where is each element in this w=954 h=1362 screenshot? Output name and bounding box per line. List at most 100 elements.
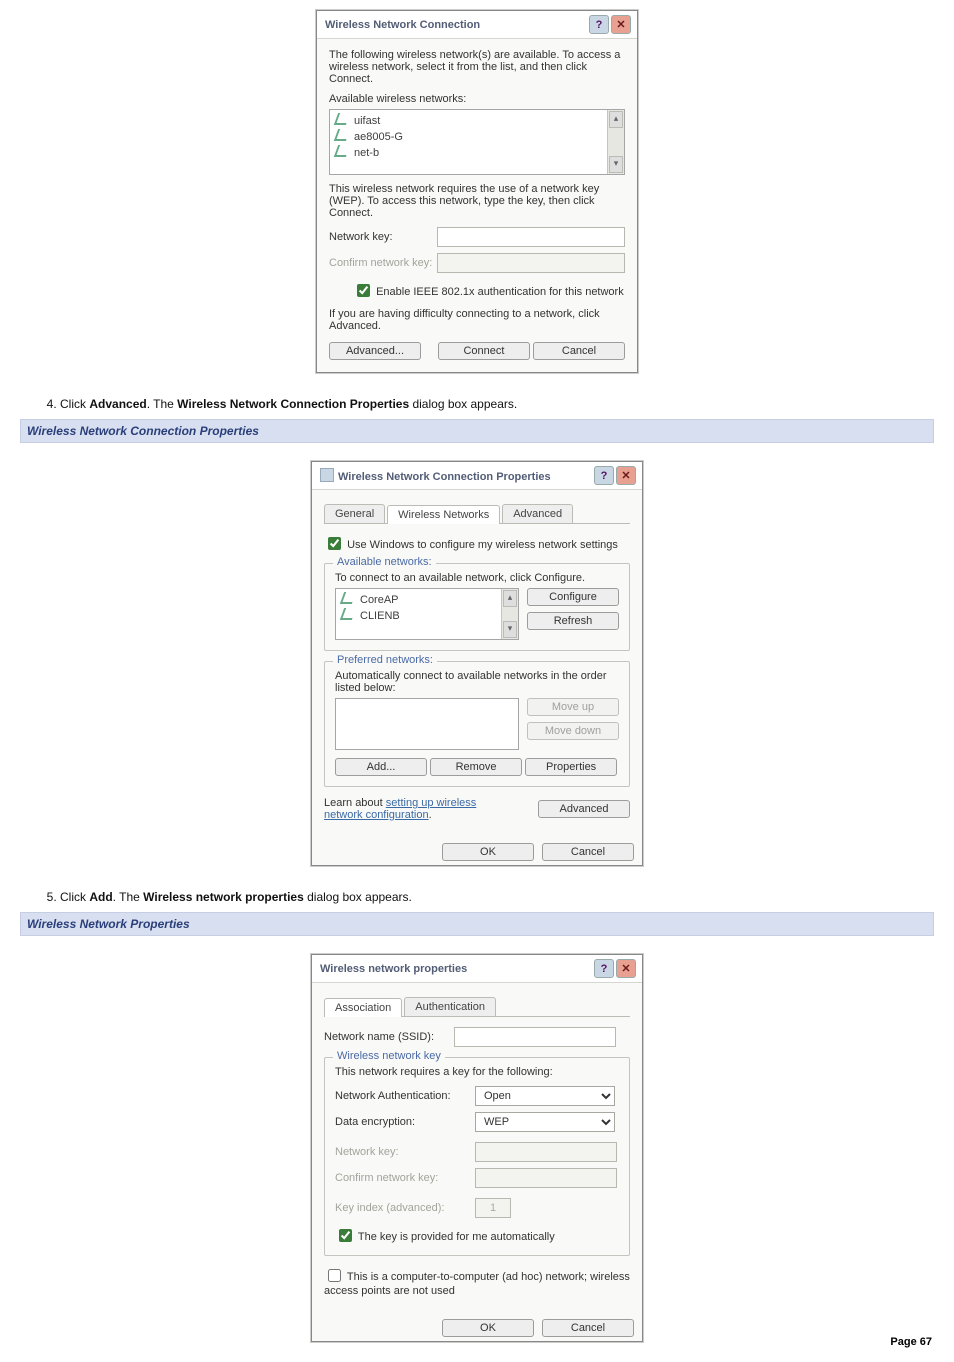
list-item[interactable]: ae8005-G	[334, 128, 620, 144]
ok-button[interactable]: OK	[442, 1319, 534, 1337]
tab-wireless-networks[interactable]: Wireless Networks	[387, 505, 500, 524]
advanced-button[interactable]: Advanced	[538, 800, 630, 818]
auth-label: Network Authentication:	[335, 1090, 475, 1102]
net-key-label: Network key:	[335, 1146, 475, 1158]
close-icon[interactable]: ✕	[611, 15, 631, 34]
advanced-button[interactable]: Advanced...	[329, 342, 421, 360]
confirm-key-label: Confirm network key:	[329, 257, 437, 269]
list-item[interactable]: CoreAP	[340, 591, 514, 607]
network-key-label: Network key:	[329, 231, 437, 243]
tab-advanced[interactable]: Advanced	[502, 504, 573, 523]
chevron-down-icon[interactable]: ▾	[503, 621, 517, 638]
available-networks-group: Available networks: To connect to an ava…	[324, 563, 630, 651]
add-button[interactable]: Add...	[335, 758, 427, 776]
cancel-button[interactable]: Cancel	[542, 843, 634, 861]
list-item[interactable]: CLIENB	[340, 607, 514, 623]
window-icon	[320, 468, 334, 482]
auth-select[interactable]: Open	[475, 1086, 615, 1106]
section-heading: Wireless Network Connection Properties	[20, 419, 934, 443]
confirm-net-key-input	[475, 1168, 617, 1188]
adhoc-label: This is a computer-to-computer (ad hoc) …	[324, 1271, 630, 1297]
tab-general[interactable]: General	[324, 504, 385, 523]
tab-authentication[interactable]: Authentication	[404, 997, 496, 1016]
close-icon[interactable]: ✕	[616, 466, 636, 485]
confirm-net-key-label: Confirm network key:	[335, 1172, 475, 1184]
advanced-note: If you are having difficulty connecting …	[329, 308, 625, 332]
use-windows-label: Use Windows to configure my wireless net…	[347, 539, 618, 551]
titlebar: Wireless Network Connection Properties ?…	[312, 462, 642, 490]
dialog-title: Wireless Network Connection	[325, 19, 480, 31]
wnk-legend: Wireless network key	[333, 1050, 445, 1062]
list-item[interactable]: uifast	[334, 112, 620, 128]
titlebar: Wireless network properties ? ✕	[312, 955, 642, 983]
signal-icon	[334, 145, 350, 157]
dialog-title: Wireless network properties	[320, 963, 467, 975]
enc-label: Data encryption:	[335, 1116, 475, 1128]
wep-note: This wireless network requires the use o…	[329, 183, 625, 219]
instruction-list: Click Add. The Wireless network properti…	[20, 890, 934, 904]
available-legend: Available networks:	[333, 556, 436, 568]
auto-key-checkbox[interactable]	[339, 1229, 352, 1242]
key-index-spinner: 1	[475, 1198, 511, 1218]
available-label: Available wireless networks:	[329, 93, 625, 105]
learn-about-text: Learn about setting up wireless network …	[324, 797, 514, 821]
auto-key-label: The key is provided for me automatically	[358, 1231, 555, 1243]
tab-strip: Association Authentication	[324, 997, 630, 1017]
use-windows-checkbox[interactable]	[328, 537, 341, 550]
connect-button[interactable]: Connect	[438, 342, 530, 360]
network-key-input[interactable]	[437, 227, 625, 247]
network-properties-dialog: Wireless network properties ? ✕ Associat…	[311, 954, 643, 1342]
refresh-button[interactable]: Refresh	[527, 612, 619, 630]
preferred-networks-group: Preferred networks: Automatically connec…	[324, 661, 630, 787]
available-text: To connect to an available network, clic…	[335, 572, 619, 584]
ieee-checkbox[interactable]	[357, 284, 370, 297]
ieee-label: Enable IEEE 802.1x authentication for th…	[376, 286, 624, 298]
ssid-input[interactable]	[454, 1027, 616, 1047]
available-networks-list[interactable]: uifast ae8005-G net-b ▴▾	[329, 109, 625, 175]
chevron-down-icon[interactable]: ▾	[609, 156, 623, 173]
help-icon[interactable]: ?	[589, 15, 609, 34]
instruction-list: Click Advanced. The Wireless Network Con…	[20, 397, 934, 411]
step-5: Click Add. The Wireless network properti…	[60, 890, 934, 904]
available-list[interactable]: CoreAP CLIENB ▴▾	[335, 588, 519, 640]
remove-button[interactable]: Remove	[430, 758, 522, 776]
wireless-key-group: Wireless network key This network requir…	[324, 1057, 630, 1256]
cancel-button[interactable]: Cancel	[533, 342, 625, 360]
tab-strip: General Wireless Networks Advanced	[324, 504, 630, 524]
signal-icon	[340, 608, 356, 620]
adhoc-checkbox[interactable]	[328, 1269, 341, 1282]
confirm-key-input	[437, 253, 625, 273]
preferred-list[interactable]	[335, 698, 519, 750]
signal-icon	[334, 113, 350, 125]
requires-key-text: This network requires a key for the foll…	[335, 1066, 619, 1078]
step-4: Click Advanced. The Wireless Network Con…	[60, 397, 934, 411]
intro-text: The following wireless network(s) are av…	[329, 49, 625, 85]
page-number: Page 67	[890, 1336, 932, 1348]
properties-button[interactable]: Properties	[525, 758, 617, 776]
signal-icon	[340, 592, 356, 604]
key-index-label: Key index (advanced):	[335, 1202, 475, 1214]
close-icon[interactable]: ✕	[616, 959, 636, 978]
wireless-connection-dialog: Wireless Network Connection ? ✕ The foll…	[316, 10, 638, 373]
list-item[interactable]: net-b	[334, 144, 620, 160]
signal-icon	[334, 129, 350, 141]
section-heading: Wireless Network Properties	[20, 912, 934, 936]
help-icon[interactable]: ?	[594, 959, 614, 978]
cancel-button[interactable]: Cancel	[542, 1319, 634, 1337]
tab-association[interactable]: Association	[324, 998, 402, 1017]
scrollbar[interactable]: ▴▾	[607, 110, 624, 174]
connection-properties-dialog: Wireless Network Connection Properties ?…	[311, 461, 643, 866]
configure-button[interactable]: Configure	[527, 588, 619, 606]
ok-button[interactable]: OK	[442, 843, 534, 861]
help-icon[interactable]: ?	[594, 466, 614, 485]
titlebar: Wireless Network Connection ? ✕	[317, 11, 637, 39]
dialog-title: Wireless Network Connection Properties	[320, 468, 551, 483]
enc-select[interactable]: WEP	[475, 1112, 615, 1132]
net-key-input	[475, 1142, 617, 1162]
chevron-up-icon[interactable]: ▴	[609, 111, 623, 128]
chevron-up-icon[interactable]: ▴	[503, 590, 517, 607]
move-down-button: Move down	[527, 722, 619, 740]
ssid-label: Network name (SSID):	[324, 1031, 454, 1043]
scrollbar[interactable]: ▴▾	[501, 589, 518, 639]
move-up-button: Move up	[527, 698, 619, 716]
